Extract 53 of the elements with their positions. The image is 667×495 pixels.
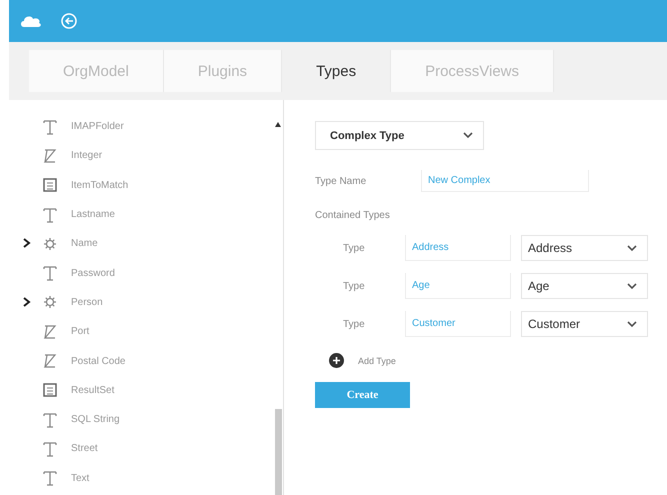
letter-t-icon bbox=[43, 118, 57, 135]
back-icon[interactable] bbox=[61, 13, 77, 29]
section-label: Contained Types bbox=[315, 210, 390, 221]
letter-t-icon bbox=[43, 265, 57, 282]
tab[interactable]: ProcessViews bbox=[391, 50, 554, 92]
type-list-item[interactable]: Lastname bbox=[71, 209, 115, 220]
type-list-item[interactable]: Integer bbox=[71, 150, 102, 162]
table-icon bbox=[43, 178, 57, 192]
field-label: Type bbox=[342, 318, 366, 330]
type-dropdown[interactable]: Age bbox=[521, 273, 648, 299]
tab[interactable]: Plugins bbox=[164, 50, 282, 92]
type-list-item[interactable]: ResultSet bbox=[71, 384, 114, 396]
letter-z-icon bbox=[43, 148, 57, 164]
tab[interactable]: OrgModel bbox=[29, 50, 164, 92]
type-list-item[interactable]: Password bbox=[71, 268, 115, 279]
chevron-down-icon bbox=[627, 282, 637, 290]
field-label: Type bbox=[342, 242, 366, 254]
gear-icon bbox=[43, 295, 57, 310]
chevron-down-icon bbox=[627, 244, 637, 252]
field-label: Type bbox=[342, 280, 366, 292]
letter-t-icon bbox=[43, 470, 57, 486]
type-list-item[interactable]: Street bbox=[71, 443, 98, 454]
add-button[interactable] bbox=[329, 353, 344, 368]
type-list-item[interactable]: Name bbox=[71, 238, 98, 250]
type-list-item[interactable]: Text bbox=[71, 472, 90, 484]
chevron-down-icon bbox=[627, 320, 637, 328]
type-list-item[interactable]: ItemToMatch bbox=[71, 180, 128, 191]
letter-z-icon bbox=[43, 353, 57, 370]
type-name-field[interactable]: Address bbox=[405, 235, 511, 261]
type-list-item[interactable]: IMAPFolder bbox=[71, 121, 124, 132]
field-label: Type Name bbox=[315, 176, 368, 186]
type-list-item[interactable]: Person bbox=[71, 296, 103, 308]
letter-t-icon bbox=[43, 206, 57, 223]
letter-z-icon bbox=[43, 324, 57, 340]
type-name-field[interactable]: Age bbox=[405, 273, 511, 299]
type-name-field[interactable]: Customer bbox=[405, 311, 511, 337]
letter-t-icon bbox=[43, 440, 57, 457]
letter-t-icon bbox=[43, 412, 57, 428]
type-list-item[interactable]: SQL String bbox=[71, 414, 120, 426]
table-icon bbox=[43, 383, 57, 398]
add-type-label: Add Type bbox=[358, 356, 396, 366]
type-list-item[interactable]: Postal Code bbox=[71, 356, 126, 367]
scroll-up-icon[interactable] bbox=[275, 122, 281, 127]
type-name-field[interactable]: New Complex bbox=[421, 170, 589, 192]
plus-icon bbox=[333, 357, 340, 364]
type-kind-dropdown[interactable]: Complex Type bbox=[315, 121, 484, 150]
type-dropdown[interactable]: Customer bbox=[521, 311, 648, 337]
create-button[interactable]: Create bbox=[315, 382, 410, 408]
gear-icon bbox=[43, 236, 57, 251]
type-dropdown[interactable]: Address bbox=[521, 235, 648, 261]
chevron-down-icon bbox=[463, 132, 473, 139]
scrollbar-thumb[interactable] bbox=[275, 409, 282, 495]
type-list-item[interactable]: Port bbox=[71, 326, 90, 338]
